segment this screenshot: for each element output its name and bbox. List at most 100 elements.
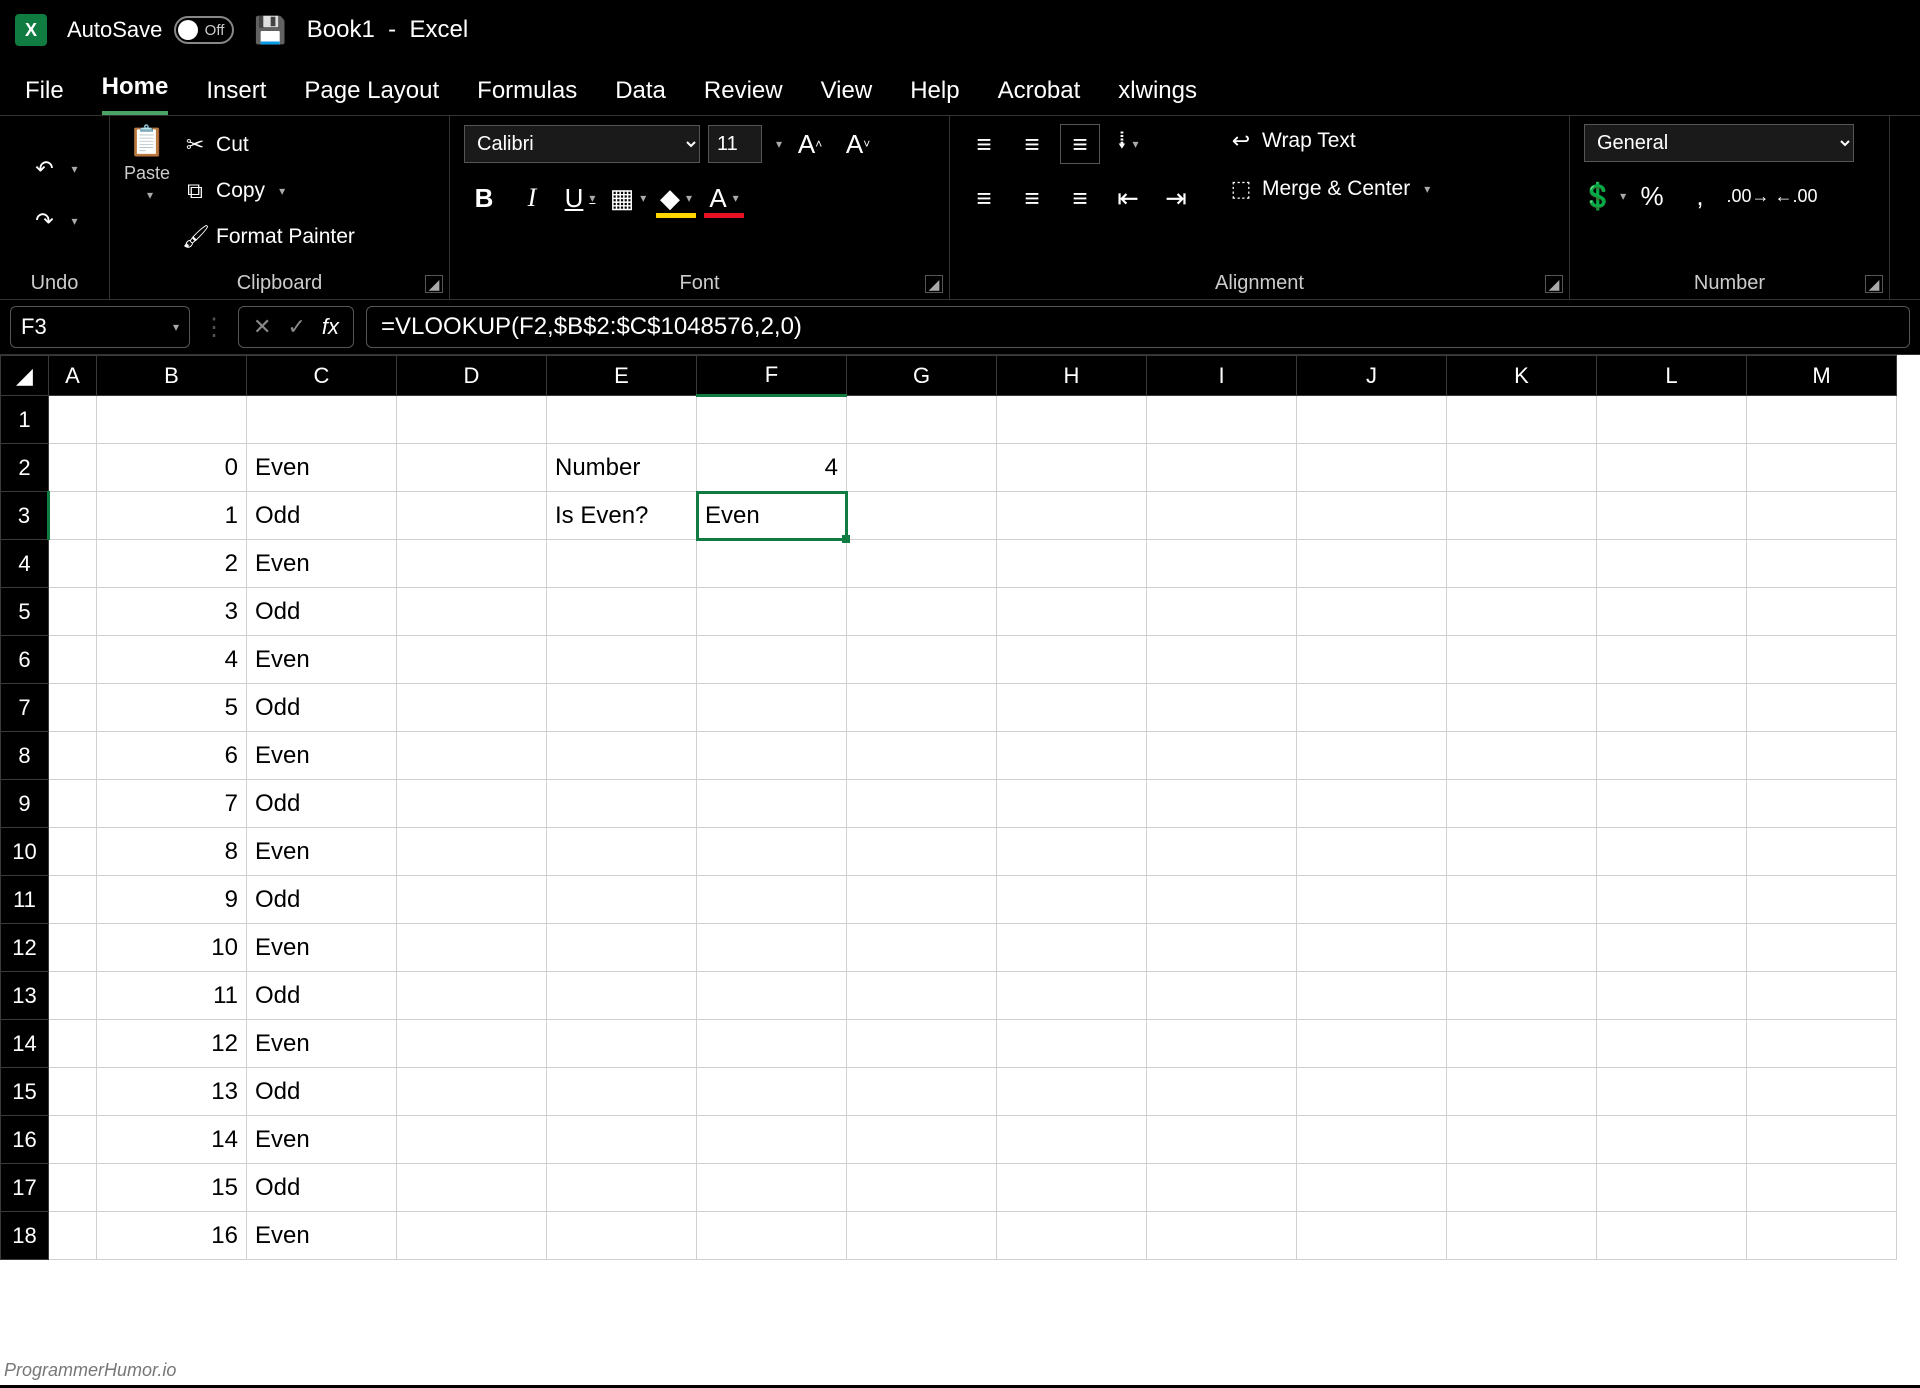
cell-C9[interactable]: Odd (247, 780, 397, 828)
cell-E7[interactable] (547, 684, 697, 732)
cell-I6[interactable] (1147, 636, 1297, 684)
cell-A10[interactable] (49, 828, 97, 876)
cell-A14[interactable] (49, 1020, 97, 1068)
cell-M10[interactable] (1747, 828, 1897, 876)
cell-G11[interactable] (847, 876, 997, 924)
row-header-8[interactable]: 8 (1, 732, 49, 780)
alignment-dialog-launcher[interactable]: ◢ (1545, 275, 1563, 293)
cell-L12[interactable] (1597, 924, 1747, 972)
cell-F7[interactable] (697, 684, 847, 732)
redo-button[interactable]: ↷▾ (29, 204, 79, 238)
row-header-15[interactable]: 15 (1, 1068, 49, 1116)
cell-A15[interactable] (49, 1068, 97, 1116)
cell-L8[interactable] (1597, 732, 1747, 780)
align-center-icon[interactable]: ≡ (1012, 178, 1052, 218)
cell-K15[interactable] (1447, 1068, 1597, 1116)
col-header-F[interactable]: F (697, 356, 847, 396)
cell-M9[interactable] (1747, 780, 1897, 828)
cell-J4[interactable] (1297, 540, 1447, 588)
row-header-5[interactable]: 5 (1, 588, 49, 636)
cell-H7[interactable] (997, 684, 1147, 732)
cell-H1[interactable] (997, 396, 1147, 444)
tab-formulas[interactable]: Formulas (477, 77, 577, 115)
cell-H15[interactable] (997, 1068, 1147, 1116)
cell-C14[interactable]: Even (247, 1020, 397, 1068)
col-header-K[interactable]: K (1447, 356, 1597, 396)
cell-B15[interactable]: 13 (97, 1068, 247, 1116)
cell-G8[interactable] (847, 732, 997, 780)
cell-D1[interactable] (397, 396, 547, 444)
cell-K1[interactable] (1447, 396, 1597, 444)
row-header-4[interactable]: 4 (1, 540, 49, 588)
cell-L16[interactable] (1597, 1116, 1747, 1164)
cell-F11[interactable] (697, 876, 847, 924)
cell-C15[interactable]: Odd (247, 1068, 397, 1116)
cell-B17[interactable]: 15 (97, 1164, 247, 1212)
cell-K9[interactable] (1447, 780, 1597, 828)
merge-center-button[interactable]: ⬚Merge & Center▾ (1226, 172, 1432, 206)
increase-indent-icon[interactable]: ⇥ (1156, 178, 1196, 218)
cell-J14[interactable] (1297, 1020, 1447, 1068)
cell-F17[interactable] (697, 1164, 847, 1212)
tab-help[interactable]: Help (910, 77, 959, 115)
cell-E4[interactable] (547, 540, 697, 588)
tab-review[interactable]: Review (704, 77, 783, 115)
cell-J17[interactable] (1297, 1164, 1447, 1212)
cell-G14[interactable] (847, 1020, 997, 1068)
cell-J5[interactable] (1297, 588, 1447, 636)
cell-A6[interactable] (49, 636, 97, 684)
cell-G18[interactable] (847, 1212, 997, 1260)
cell-K4[interactable] (1447, 540, 1597, 588)
cell-J12[interactable] (1297, 924, 1447, 972)
cell-D16[interactable] (397, 1116, 547, 1164)
cell-H4[interactable] (997, 540, 1147, 588)
font-size-dropdown[interactable]: ▾ (776, 137, 782, 151)
cell-C18[interactable]: Even (247, 1212, 397, 1260)
decrease-decimal-button[interactable]: ←.00 (1776, 176, 1816, 216)
cell-G2[interactable] (847, 444, 997, 492)
cell-M17[interactable] (1747, 1164, 1897, 1212)
font-dialog-launcher[interactable]: ◢ (925, 275, 943, 293)
cell-B11[interactable]: 9 (97, 876, 247, 924)
cell-E13[interactable] (547, 972, 697, 1020)
cell-H14[interactable] (997, 1020, 1147, 1068)
col-header-A[interactable]: A (49, 356, 97, 396)
paste-button[interactable]: 📋 Paste ▾ (124, 124, 170, 202)
cell-I3[interactable] (1147, 492, 1297, 540)
align-top-icon[interactable]: ≡ (964, 124, 1004, 164)
cell-L3[interactable] (1597, 492, 1747, 540)
cell-G10[interactable] (847, 828, 997, 876)
cell-B5[interactable]: 3 (97, 588, 247, 636)
cell-H16[interactable] (997, 1116, 1147, 1164)
cell-M4[interactable] (1747, 540, 1897, 588)
cell-J7[interactable] (1297, 684, 1447, 732)
cell-F12[interactable] (697, 924, 847, 972)
tab-data[interactable]: Data (615, 77, 666, 115)
cell-E6[interactable] (547, 636, 697, 684)
cell-H3[interactable] (997, 492, 1147, 540)
cell-F3[interactable]: Even (697, 492, 847, 540)
cell-K3[interactable] (1447, 492, 1597, 540)
cell-F15[interactable] (697, 1068, 847, 1116)
cell-D7[interactable] (397, 684, 547, 732)
cell-K16[interactable] (1447, 1116, 1597, 1164)
row-header-1[interactable]: 1 (1, 396, 49, 444)
cell-E15[interactable] (547, 1068, 697, 1116)
cell-F1[interactable] (697, 396, 847, 444)
decrease-indent-icon[interactable]: ⇤ (1108, 178, 1148, 218)
cell-E10[interactable] (547, 828, 697, 876)
cell-B9[interactable]: 7 (97, 780, 247, 828)
cell-K6[interactable] (1447, 636, 1597, 684)
cell-D18[interactable] (397, 1212, 547, 1260)
row-header-9[interactable]: 9 (1, 780, 49, 828)
cancel-icon[interactable]: ✕ (253, 314, 271, 340)
cell-C10[interactable]: Even (247, 828, 397, 876)
cell-E16[interactable] (547, 1116, 697, 1164)
cell-L1[interactable] (1597, 396, 1747, 444)
cell-G3[interactable] (847, 492, 997, 540)
cell-D9[interactable] (397, 780, 547, 828)
cell-C8[interactable]: Even (247, 732, 397, 780)
cell-J8[interactable] (1297, 732, 1447, 780)
cell-E14[interactable] (547, 1020, 697, 1068)
wrap-text-button[interactable]: ↩Wrap Text (1226, 124, 1432, 158)
